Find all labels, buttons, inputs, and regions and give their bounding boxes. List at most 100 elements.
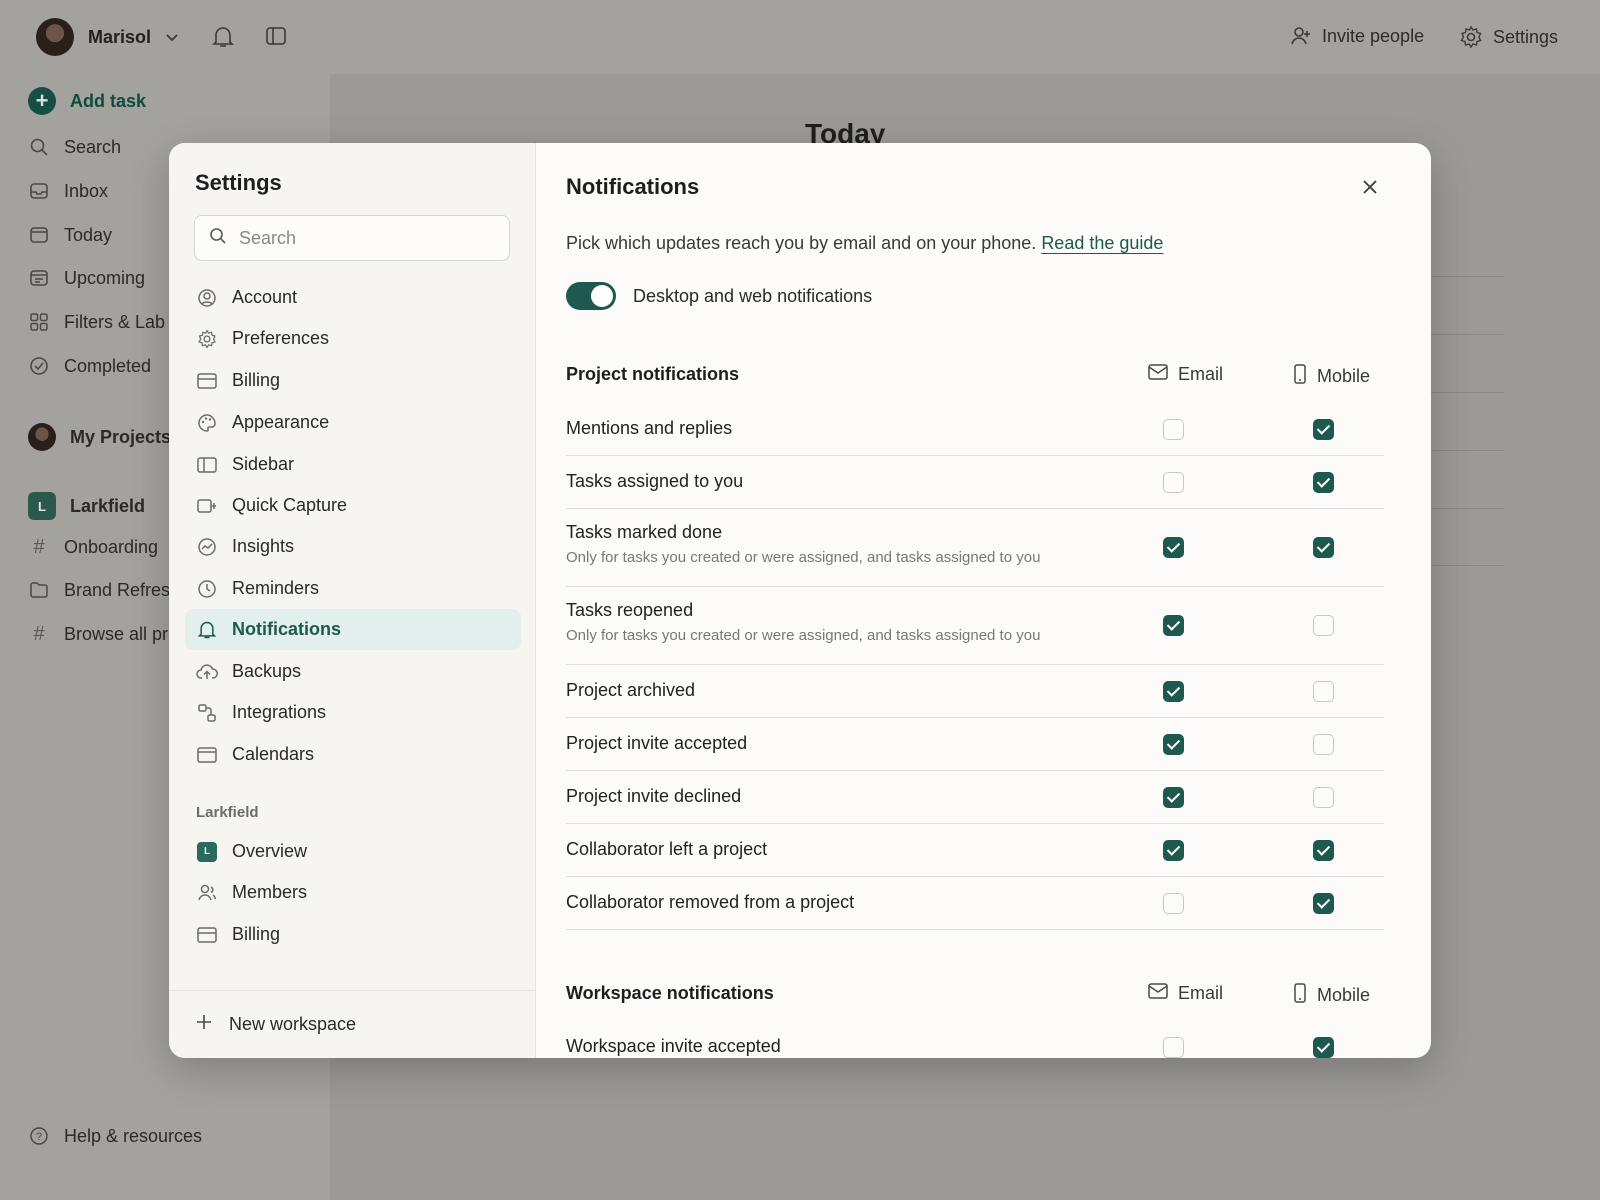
menu-label: Quick Capture xyxy=(232,495,348,515)
invite-people-button[interactable]: Invite people xyxy=(1290,25,1424,47)
settings-menu-workspace-billing[interactable]: Billing xyxy=(185,914,521,955)
new-workspace-label: New workspace xyxy=(229,1014,357,1034)
user-menu[interactable]: Marisol xyxy=(36,18,179,56)
close-icon xyxy=(1362,179,1378,200)
email-checkbox[interactable] xyxy=(1163,472,1184,493)
settings-menu-account[interactable]: Account xyxy=(185,277,521,318)
mobile-checkbox[interactable] xyxy=(1313,615,1334,636)
read-guide-link[interactable]: Read the guide xyxy=(1041,233,1163,253)
quick-capture-icon xyxy=(196,495,218,517)
my-projects-header[interactable]: My Projects xyxy=(28,423,171,451)
settings-menu-overview[interactable]: L Overview xyxy=(185,831,521,872)
sidebar-item-filters[interactable]: Filters & Lab xyxy=(28,311,165,333)
insights-icon xyxy=(196,536,218,558)
workspace-section-label: Larkfield xyxy=(196,804,259,821)
search-input[interactable] xyxy=(239,227,489,249)
mobile-checkbox[interactable] xyxy=(1313,537,1334,558)
notification-label: Project invite accepted xyxy=(566,733,748,753)
email-checkbox[interactable] xyxy=(1163,893,1184,914)
phone-icon xyxy=(1293,983,1307,1008)
notification-row: Project archived xyxy=(566,665,1384,718)
workspace-header[interactable]: L Larkfield xyxy=(28,492,145,520)
settings-menu-preferences[interactable]: Preferences xyxy=(185,318,521,359)
menu-label: Notifications xyxy=(232,619,342,639)
sidebar-item-label: Search xyxy=(64,136,122,157)
sidebar-project-label: Onboarding xyxy=(64,536,159,557)
search-icon xyxy=(28,136,50,158)
bell-icon[interactable] xyxy=(212,25,234,49)
settings-menu-integrations[interactable]: Integrations xyxy=(185,692,521,733)
sidebar-toggle-icon[interactable] xyxy=(265,25,287,47)
notification-row: Project invite accepted xyxy=(566,718,1384,771)
mail-icon xyxy=(1148,364,1168,385)
mobile-checkbox[interactable] xyxy=(1313,734,1334,755)
mobile-checkbox[interactable] xyxy=(1313,472,1334,493)
notification-label: Tasks reopened xyxy=(566,600,694,620)
email-checkbox[interactable] xyxy=(1163,1037,1184,1058)
mobile-checkbox[interactable] xyxy=(1313,893,1334,914)
notification-row: Tasks marked done Only for tasks you crea… xyxy=(566,509,1384,587)
avatar[interactable] xyxy=(36,18,74,56)
close-button[interactable] xyxy=(1356,175,1384,203)
credit-card-icon xyxy=(196,370,218,392)
settings-menu-insights[interactable]: Insights xyxy=(185,526,521,567)
settings-menu-sidebar[interactable]: Sidebar xyxy=(185,444,521,485)
notification-label: Project archived xyxy=(566,680,696,700)
column-label: Email xyxy=(1178,983,1224,1003)
sidebar-item-completed[interactable]: Completed xyxy=(28,355,151,377)
members-icon xyxy=(196,882,218,904)
sidebar-item-label: Filters & Lab xyxy=(64,311,166,332)
email-checkbox[interactable] xyxy=(1163,840,1184,861)
grid-icon xyxy=(28,311,50,333)
sidebar-project-brand[interactable]: Brand Refres xyxy=(28,579,170,601)
notification-row: Tasks reopened Only for tasks you created… xyxy=(566,587,1384,665)
mobile-checkbox[interactable] xyxy=(1313,787,1334,808)
settings-menu-backups[interactable]: Backups xyxy=(185,651,521,692)
workspace-badge-icon: L xyxy=(28,492,56,520)
mobile-checkbox[interactable] xyxy=(1313,1037,1334,1058)
column-label: Mobile xyxy=(1317,985,1371,1005)
settings-title: Settings xyxy=(195,170,282,195)
chevron-down-icon xyxy=(165,30,179,44)
add-task-button[interactable]: + Add task xyxy=(28,87,146,115)
settings-button[interactable]: Settings xyxy=(1459,25,1558,49)
settings-menu-notifications[interactable]: Notifications xyxy=(185,609,521,650)
mail-icon xyxy=(1148,983,1168,1004)
sidebar-project-onboarding[interactable]: # Onboarding xyxy=(28,536,158,558)
sidebar-icon xyxy=(196,454,218,476)
settings-menu-billing[interactable]: Billing xyxy=(185,360,521,401)
email-checkbox[interactable] xyxy=(1163,787,1184,808)
email-checkbox[interactable] xyxy=(1163,734,1184,755)
settings-menu-appearance[interactable]: Appearance xyxy=(185,402,521,443)
mobile-checkbox[interactable] xyxy=(1313,840,1334,861)
email-checkbox[interactable] xyxy=(1163,537,1184,558)
search-icon xyxy=(209,227,227,250)
plus-icon xyxy=(195,1013,213,1036)
email-checkbox[interactable] xyxy=(1163,615,1184,636)
column-label: Email xyxy=(1178,364,1224,384)
my-projects-label: My Projects xyxy=(70,426,172,447)
svg-text:?: ? xyxy=(36,1131,42,1143)
settings-menu-calendars[interactable]: Calendars xyxy=(185,734,521,775)
sidebar-item-search[interactable]: Search xyxy=(28,136,121,158)
settings-menu-quick-capture[interactable]: Quick Capture xyxy=(185,485,521,526)
sidebar-item-today[interactable]: Today xyxy=(28,224,112,246)
help-resources[interactable]: ? Help & resources xyxy=(28,1125,202,1147)
new-workspace-button[interactable]: New workspace xyxy=(169,990,536,1058)
user-name: Marisol xyxy=(88,26,152,47)
mobile-checkbox[interactable] xyxy=(1313,419,1334,440)
desktop-notifications-toggle[interactable] xyxy=(566,282,616,310)
settings-modal: Settings Account Preferences Billing App… xyxy=(169,143,1431,1058)
email-checkbox[interactable] xyxy=(1163,419,1184,440)
sidebar-project-browse[interactable]: # Browse all pr xyxy=(28,623,168,645)
settings-menu-reminders[interactable]: Reminders xyxy=(185,568,521,609)
settings-menu-members[interactable]: Members xyxy=(185,872,521,913)
mobile-checkbox[interactable] xyxy=(1313,681,1334,702)
bell-icon xyxy=(196,619,218,641)
notification-label: Project invite declined xyxy=(566,786,742,806)
phone-icon xyxy=(1293,364,1307,389)
settings-search[interactable] xyxy=(194,215,510,261)
sidebar-item-inbox[interactable]: Inbox xyxy=(28,180,108,202)
email-checkbox[interactable] xyxy=(1163,681,1184,702)
sidebar-item-upcoming[interactable]: Upcoming xyxy=(28,267,145,289)
